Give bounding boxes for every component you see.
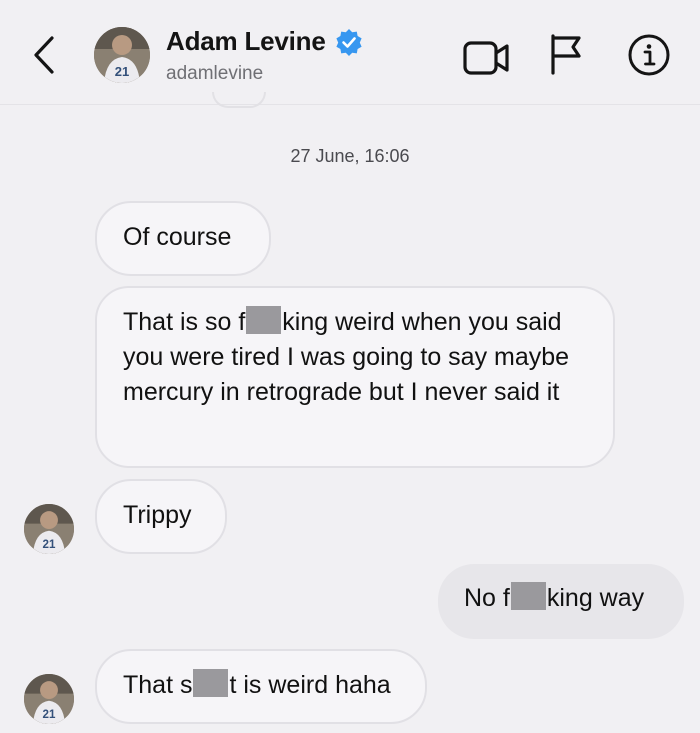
- report-button[interactable]: [545, 32, 589, 76]
- censor-block: [193, 669, 229, 697]
- message-text: t is weird haha: [229, 671, 391, 699]
- profile-avatar[interactable]: 21: [94, 27, 150, 83]
- message-text: Trippy: [123, 501, 192, 529]
- conversation-header: 21 Adam Levine adamlevine: [0, 0, 700, 105]
- back-button[interactable]: [26, 30, 66, 80]
- info-icon: [628, 34, 670, 76]
- back-chevron-icon: [34, 36, 54, 74]
- sender-avatar[interactable]: 21: [24, 504, 74, 554]
- verified-badge-icon: [334, 27, 364, 57]
- outgoing-message[interactable]: No f king way: [438, 564, 684, 639]
- message-text: Of course: [123, 223, 232, 251]
- avatar-jersey-number: 21: [43, 708, 56, 721]
- contact-name: Adam Levine: [166, 26, 326, 56]
- incoming-message[interactable]: That s t is weird haha: [95, 649, 427, 724]
- conversation-info-button[interactable]: [627, 33, 671, 77]
- message-text: That is so f: [123, 308, 246, 336]
- contact-username: adamlevine: [166, 63, 264, 84]
- avatar-jersey-number: 21: [115, 64, 129, 79]
- video-call-icon: [463, 41, 509, 75]
- title-block[interactable]: Adam Levine adamlevine: [166, 26, 364, 85]
- previous-message-edge: [212, 92, 266, 108]
- incoming-message[interactable]: Trippy: [95, 479, 227, 554]
- sender-avatar[interactable]: 21: [24, 674, 74, 724]
- censor-block: [246, 306, 282, 334]
- message-timestamp: 27 June, 16:06: [290, 146, 410, 166]
- video-call-button[interactable]: [462, 38, 512, 78]
- avatar-jersey-number: 21: [43, 538, 56, 551]
- incoming-message[interactable]: Of course: [95, 201, 271, 276]
- flag-icon: [551, 34, 581, 75]
- message-text: That s: [123, 671, 193, 699]
- message-text: No f: [464, 584, 510, 612]
- message-text: king way: [546, 584, 645, 612]
- censor-block: [510, 582, 546, 610]
- incoming-message[interactable]: That is so f king weird when you said you…: [95, 286, 615, 468]
